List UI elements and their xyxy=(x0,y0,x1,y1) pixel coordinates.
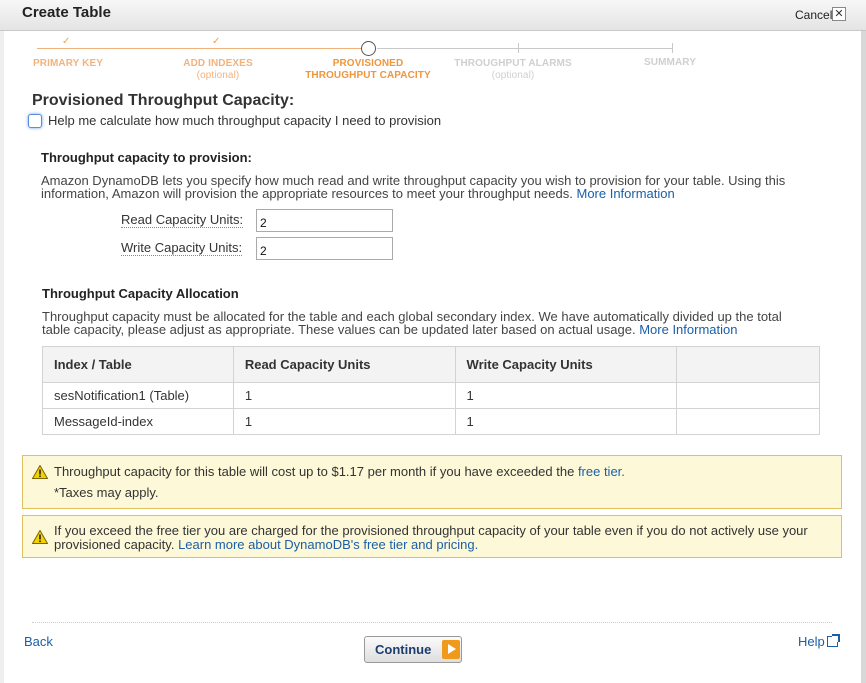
table-cell: sesNotification1 (Table) xyxy=(42,382,234,409)
free-tier-pricing-link[interactable]: Learn more about DynamoDB's free tier an… xyxy=(178,537,478,552)
table-header-row: Index / Table Read Capacity Units Write … xyxy=(42,346,820,383)
free-tier-warning-box: If you exceed the free tier you are char… xyxy=(22,515,842,558)
current-step-circle-icon xyxy=(361,41,376,56)
table-cell[interactable]: 1 xyxy=(454,382,678,409)
wizard-line-done xyxy=(37,48,361,49)
dialog-titlebar: Create Table Cancel ✕ xyxy=(0,0,866,31)
help-label[interactable]: Help xyxy=(798,634,825,649)
read-capacity-label: Read Capacity Units: xyxy=(121,212,244,228)
free-tier-warning-line2: provisioned capacity. Learn more about D… xyxy=(54,538,478,552)
wizard-step-throughput-alarms: THROUGHPUT ALARMS (optional) xyxy=(448,58,578,82)
check-icon: ✓ xyxy=(62,36,71,47)
free-tier-warning-prefix: provisioned capacity. xyxy=(54,537,175,552)
column-header: Write Capacity Units xyxy=(454,346,678,383)
help-calculate-checkbox[interactable] xyxy=(28,113,42,128)
wizard-step-summary: SUMMARY xyxy=(620,57,720,69)
read-capacity-input[interactable]: 2 xyxy=(256,209,393,232)
wizard-step-sub: (optional) xyxy=(196,70,240,81)
back-link[interactable]: Back xyxy=(24,634,53,649)
allocation-table: Index / Table Read Capacity Units Write … xyxy=(42,346,820,435)
wizard-progress: ✓ ✓ PRIMARY KEY ADD INDEXES (optional) P… xyxy=(0,36,866,88)
table-cell[interactable]: 1 xyxy=(232,382,456,409)
wizard-step-primary-key[interactable]: PRIMARY KEY xyxy=(18,58,118,70)
allocation-more-info-link[interactable]: More Information xyxy=(639,322,737,337)
continue-button[interactable]: Continue xyxy=(364,636,462,663)
wizard-step-label: PRIMARY KEY xyxy=(32,58,103,69)
cancel-link[interactable]: Cancel xyxy=(795,8,832,22)
table-cell: MessageId-index xyxy=(42,408,234,435)
help-calculate-label[interactable]: Help me calculate how much throughput ca… xyxy=(48,113,441,128)
close-icon[interactable]: ✕ xyxy=(832,7,846,21)
cost-warning-text-row: Throughput capacity for this table will … xyxy=(54,465,625,479)
dialog-left-edge xyxy=(0,31,4,683)
check-icon: ✓ xyxy=(212,36,221,47)
cost-warning-text: Throughput capacity for this table will … xyxy=(54,464,575,479)
column-header: Index / Table xyxy=(42,346,234,383)
table-row: MessageId-index 1 1 xyxy=(42,408,820,435)
continue-label: Continue xyxy=(375,642,432,657)
wizard-step-label: ADD INDEXES xyxy=(183,58,253,69)
dialog-title: Create Table xyxy=(22,4,111,21)
wizard-step-label: THROUGHPUT ALARMS xyxy=(454,58,572,69)
footer-divider xyxy=(32,622,832,623)
write-capacity-input[interactable]: 2 xyxy=(256,237,393,260)
table-cell[interactable]: 1 xyxy=(454,408,678,435)
allocation-desc-line2: table capacity, please adjust as appropr… xyxy=(42,322,636,337)
wizard-step-add-indexes[interactable]: ADD INDEXES (optional) xyxy=(168,58,268,82)
table-cell xyxy=(676,382,820,409)
column-header: Read Capacity Units xyxy=(232,346,456,383)
wizard-step-provisioned-throughput: PROVISIONED THROUGHPUT CAPACITY xyxy=(303,58,433,82)
wizard-step-label: SUMMARY xyxy=(644,57,696,68)
help-link[interactable]: Help xyxy=(798,634,840,649)
wizard-step-label: THROUGHPUT CAPACITY xyxy=(305,70,431,81)
step-tick xyxy=(672,43,673,53)
free-tier-link[interactable]: free tier. xyxy=(578,464,625,479)
play-arrow-icon xyxy=(442,640,460,659)
provision-desc-line2: information, Amazon will provision the a… xyxy=(41,186,573,201)
taxes-note: *Taxes may apply. xyxy=(54,485,159,500)
write-capacity-label: Write Capacity Units: xyxy=(121,240,243,256)
allocation-heading: Throughput Capacity Allocation xyxy=(42,286,239,301)
external-link-icon xyxy=(826,634,840,647)
cost-warning-box: Throughput capacity for this table will … xyxy=(22,455,842,509)
wizard-step-sub: (optional) xyxy=(491,70,535,81)
warning-icon xyxy=(32,530,48,544)
provision-more-info-link[interactable]: More Information xyxy=(576,186,674,201)
table-cell xyxy=(676,408,820,435)
dialog-right-edge xyxy=(861,31,866,683)
step-tick xyxy=(518,43,519,53)
help-calculate-checkbox-row[interactable]: Help me calculate how much throughput ca… xyxy=(28,113,441,128)
wizard-step-label: PROVISIONED xyxy=(332,58,404,69)
wizard-line-todo xyxy=(377,48,673,49)
warning-icon xyxy=(32,465,48,479)
table-cell[interactable]: 1 xyxy=(232,408,456,435)
provision-heading: Throughput capacity to provision: xyxy=(41,150,252,165)
table-row: sesNotification1 (Table) 1 1 xyxy=(42,382,820,409)
page-title: Provisioned Throughput Capacity: xyxy=(32,92,295,109)
free-tier-warning-line1: If you exceed the free tier you are char… xyxy=(54,523,808,538)
column-header xyxy=(676,346,820,383)
provision-description: Amazon DynamoDB lets you specify how muc… xyxy=(41,174,785,200)
allocation-description: Throughput capacity must be allocated fo… xyxy=(42,310,782,336)
